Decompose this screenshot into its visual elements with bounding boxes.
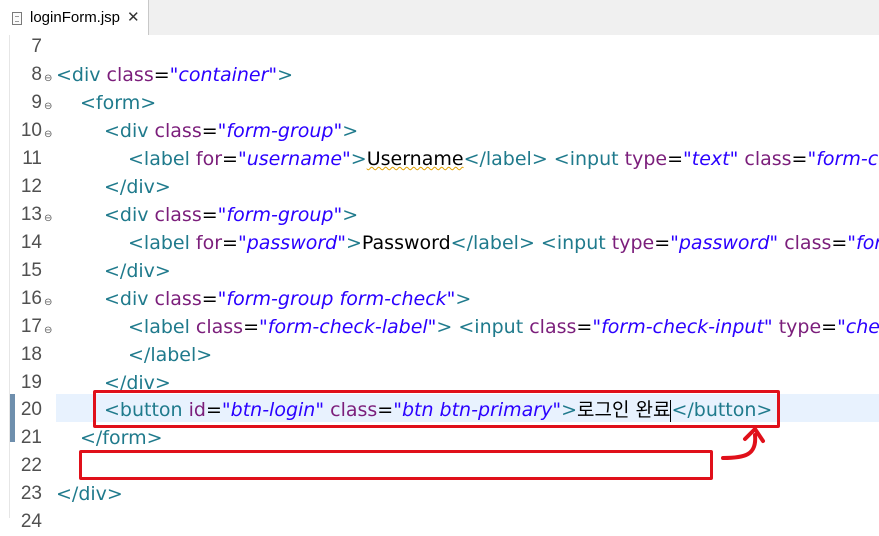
code-text: </form> bbox=[80, 427, 163, 449]
line-number: 10 bbox=[20, 120, 42, 141]
code-line[interactable]: 15 </div> bbox=[0, 257, 879, 285]
code-text: <label class="form-check-label"> <input … bbox=[128, 316, 879, 338]
line-number: 14 bbox=[20, 232, 42, 253]
code-line[interactable]: 11 <label for="username">Username</label… bbox=[0, 145, 879, 173]
tab-title: loginForm.jsp bbox=[30, 9, 121, 26]
code-line[interactable]: 7 bbox=[0, 33, 879, 61]
code-line[interactable]: 24 bbox=[0, 508, 879, 536]
line-number: 7 bbox=[31, 36, 42, 57]
line-number: 13 bbox=[20, 204, 42, 225]
code-line[interactable]: 16 ⊖ <div class="form-group form-check"> bbox=[0, 285, 879, 313]
line-number: 8 bbox=[31, 64, 42, 85]
code-line[interactable]: 8 ⊖ <div class="container"> bbox=[0, 61, 879, 89]
arrow-icon bbox=[715, 425, 775, 470]
line-number: 21 bbox=[20, 427, 42, 448]
line-number: 19 bbox=[20, 372, 42, 393]
code-text: </div> bbox=[104, 260, 171, 282]
line-number: 24 bbox=[20, 511, 42, 532]
code-line[interactable]: 14 <label for="password">Password</label… bbox=[0, 229, 879, 257]
line-number: 11 bbox=[22, 148, 42, 169]
code-text: <div class="container"> bbox=[56, 64, 294, 86]
highlight-box-button-line bbox=[93, 390, 780, 428]
code-text: </label> bbox=[128, 344, 213, 366]
code-text: <form> bbox=[80, 92, 157, 114]
code-text: </div> bbox=[104, 176, 171, 198]
code-line[interactable]: 10 ⊖ <div class="form-group"> bbox=[0, 117, 879, 145]
line-number: 22 bbox=[20, 455, 42, 476]
code-text: <div class="form-group"> bbox=[104, 120, 359, 142]
editor-tab-bar: loginForm.jsp ✕ bbox=[0, 0, 879, 38]
code-text: <div class="form-group form-check"> bbox=[104, 288, 472, 310]
code-line[interactable]: 23 </div> bbox=[0, 480, 879, 508]
code-line[interactable]: 18 </label> bbox=[0, 341, 879, 369]
line-number: 23 bbox=[20, 483, 42, 504]
close-icon[interactable]: ✕ bbox=[127, 8, 140, 26]
code-text: <label for="username">Username</label> <… bbox=[128, 148, 879, 170]
line-number: 17 bbox=[20, 316, 42, 337]
code-line[interactable]: 9 ⊖ <form> bbox=[0, 89, 879, 117]
code-text: </div> bbox=[56, 483, 123, 505]
code-line[interactable]: 13 ⊖ <div class="form-group"> bbox=[0, 201, 879, 229]
highlight-box-empty-line bbox=[79, 450, 713, 480]
jsp-file-icon bbox=[12, 12, 22, 25]
code-text: <div class="form-group"> bbox=[104, 204, 359, 226]
code-text: <label for="password">Password</label> <… bbox=[128, 232, 879, 254]
line-number: 18 bbox=[20, 344, 42, 365]
line-number: 16 bbox=[20, 288, 42, 309]
line-number: 9 bbox=[31, 92, 42, 113]
line-number: 20 bbox=[20, 399, 42, 420]
line-number: 15 bbox=[20, 260, 42, 281]
line-number: 12 bbox=[20, 176, 42, 197]
code-line[interactable]: 17 ⊖ <label class="form-check-label"> <i… bbox=[0, 313, 879, 341]
code-line[interactable]: 12 </div> bbox=[0, 173, 879, 201]
